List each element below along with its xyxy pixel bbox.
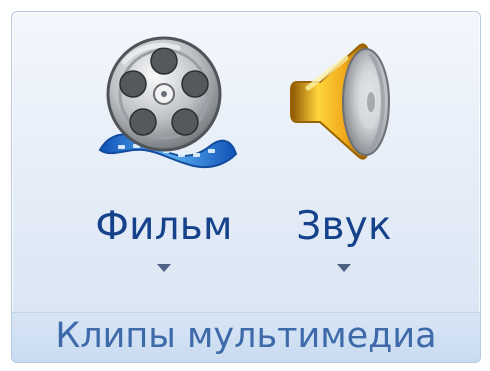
movie-dropdown-arrow-icon[interactable]: [157, 264, 171, 272]
movie-button[interactable]: Фильм: [75, 20, 253, 290]
sound-button[interactable]: Звук: [269, 20, 419, 290]
sound-dropdown-arrow-icon[interactable]: [337, 264, 351, 272]
ribbon-buttons-row: Фильм Звук: [12, 12, 480, 297]
group-caption: Клипы мультимедиа: [55, 316, 437, 356]
group-caption-bar: Клипы мультимедиа: [12, 312, 480, 362]
sound-button-label: Звук: [296, 204, 392, 249]
speaker-icon: [290, 43, 390, 160]
film-reel-icon: [98, 36, 238, 168]
media-clips-ribbon-group: Фильм Звук Клипы мультимедиа: [11, 11, 481, 363]
movie-button-label: Фильм: [95, 204, 233, 249]
